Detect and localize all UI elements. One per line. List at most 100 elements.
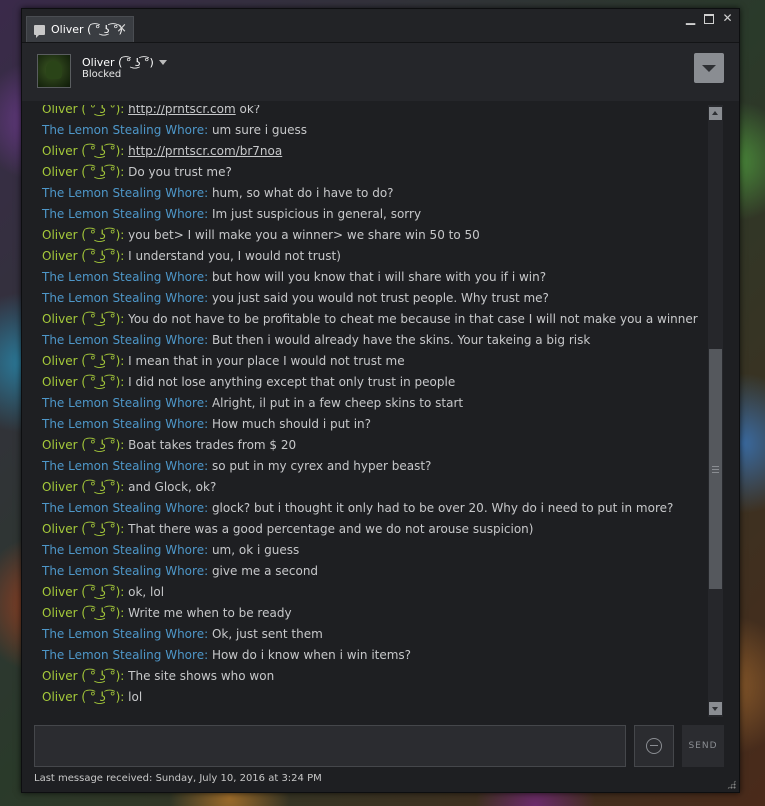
message-sender[interactable]: Oliver ( ͡° ͜ʖ ͡°) bbox=[42, 354, 120, 368]
sender-separator: : bbox=[204, 459, 212, 473]
message-text: um, ok i guess bbox=[211, 543, 300, 557]
last-message-received: Last message received: Sunday, July 10, … bbox=[34, 773, 322, 784]
sender-separator: : bbox=[204, 543, 212, 557]
sender-separator: : bbox=[204, 627, 212, 641]
message-sender[interactable]: The Lemon Stealing Whore bbox=[42, 459, 204, 473]
message-link[interactable]: http://prntscr.com/br7noa bbox=[128, 144, 282, 158]
message-sender[interactable]: The Lemon Stealing Whore bbox=[42, 333, 204, 347]
message-sender[interactable]: Oliver ( ͡° ͜ʖ ͡°) bbox=[42, 165, 120, 179]
chat-log[interactable]: Oliver ( ͡° ͜ʖ ͡°): http://prntscr.com o… bbox=[35, 105, 723, 717]
chat-message: Oliver ( ͡° ͜ʖ ͡°): http://prntscr.com/b… bbox=[42, 141, 703, 162]
message-text: so put in my cyrex and hyper beast? bbox=[211, 459, 432, 473]
message-sender[interactable]: Oliver ( ͡° ͜ʖ ͡°) bbox=[42, 480, 120, 494]
tab-chat-oliver[interactable]: Oliver ( ͡° ͜ʖ ͡°) × bbox=[26, 16, 134, 42]
message-sender[interactable]: The Lemon Stealing Whore bbox=[42, 648, 204, 662]
emoticon-button[interactable] bbox=[634, 725, 674, 767]
message-sender[interactable]: Oliver ( ͡° ͜ʖ ͡°) bbox=[42, 522, 120, 536]
message-sender[interactable]: Oliver ( ͡° ͜ʖ ͡°) bbox=[42, 312, 120, 326]
message-text: http://prntscr.com ok? bbox=[128, 105, 260, 116]
chat-message: The Lemon Stealing Whore: But then i wou… bbox=[42, 330, 703, 351]
sender-separator: : bbox=[120, 105, 129, 116]
message-sender[interactable]: The Lemon Stealing Whore bbox=[42, 564, 204, 578]
chat-bubble-icon bbox=[34, 24, 45, 38]
message-input[interactable] bbox=[35, 726, 625, 766]
message-sender[interactable]: Oliver ( ͡° ͜ʖ ͡°) bbox=[42, 144, 120, 158]
sender-separator: : bbox=[120, 249, 129, 263]
chat-message: Oliver ( ͡° ͜ʖ ͡°): I did not lose anyth… bbox=[42, 372, 703, 393]
message-text: but how will you know that i will share … bbox=[211, 270, 547, 284]
message-sender[interactable]: Oliver ( ͡° ͜ʖ ͡°) bbox=[42, 585, 120, 599]
chat-message: Oliver ( ͡° ͜ʖ ͡°): ok, lol bbox=[42, 582, 703, 603]
chat-message: The Lemon Stealing Whore: How much shoul… bbox=[42, 414, 703, 435]
message-sender[interactable]: The Lemon Stealing Whore bbox=[42, 396, 204, 410]
friend-status: Blocked bbox=[82, 69, 122, 80]
message-text: Im just suspicious in general, sorry bbox=[211, 207, 422, 221]
message-sender[interactable]: The Lemon Stealing Whore bbox=[42, 501, 204, 515]
message-input-box[interactable] bbox=[34, 725, 626, 767]
chat-message: Oliver ( ͡° ͜ʖ ͡°): The site shows who w… bbox=[42, 666, 703, 687]
message-sender[interactable]: The Lemon Stealing Whore bbox=[42, 123, 204, 137]
message-sender[interactable]: Oliver ( ͡° ͜ʖ ͡°) bbox=[42, 105, 120, 116]
scrollbar[interactable] bbox=[708, 105, 723, 717]
message-text: But then i would already have the skins.… bbox=[211, 333, 591, 347]
chat-message: Oliver ( ͡° ͜ʖ ͡°): lol bbox=[42, 687, 703, 708]
message-sender[interactable]: Oliver ( ͡° ͜ʖ ͡°) bbox=[42, 375, 120, 389]
scrollbar-thumb[interactable] bbox=[709, 349, 722, 589]
minimize-icon[interactable]: ▁ bbox=[685, 12, 696, 24]
message-text: That there was a good percentage and we … bbox=[128, 522, 534, 536]
sender-separator: : bbox=[120, 375, 129, 389]
scroll-up-icon[interactable] bbox=[709, 107, 722, 120]
tab-label: Oliver ( ͡° ͜ʖ ͡°) bbox=[51, 23, 123, 36]
sender-separator: : bbox=[120, 354, 129, 368]
chat-message: Oliver ( ͡° ͜ʖ ͡°): Do you trust me? bbox=[42, 162, 703, 183]
chat-message: Oliver ( ͡° ͜ʖ ͡°): I understand you, I … bbox=[42, 246, 703, 267]
maximize-icon[interactable] bbox=[704, 14, 714, 24]
chat-message: The Lemon Stealing Whore: give me a seco… bbox=[42, 561, 703, 582]
message-text: glock? but i thought it only had to be o… bbox=[211, 501, 674, 515]
sender-separator: : bbox=[204, 123, 212, 137]
message-sender[interactable]: Oliver ( ͡° ͜ʖ ͡°) bbox=[42, 249, 120, 263]
message-text: you just said you would not trust people… bbox=[211, 291, 549, 305]
chat-message: The Lemon Stealing Whore: so put in my c… bbox=[42, 456, 703, 477]
message-text: hum, so what do i have to do? bbox=[211, 186, 394, 200]
message-sender[interactable]: Oliver ( ͡° ͜ʖ ͡°) bbox=[42, 669, 120, 683]
sender-separator: : bbox=[120, 480, 129, 494]
resize-grip-icon[interactable] bbox=[727, 780, 736, 789]
message-sender[interactable]: The Lemon Stealing Whore bbox=[42, 543, 204, 557]
send-button[interactable]: SEND bbox=[682, 725, 724, 767]
message-sender[interactable]: Oliver ( ͡° ͜ʖ ͡°) bbox=[42, 228, 120, 242]
message-sender[interactable]: The Lemon Stealing Whore bbox=[42, 291, 204, 305]
sender-separator: : bbox=[204, 270, 212, 284]
message-sender[interactable]: The Lemon Stealing Whore bbox=[42, 207, 204, 221]
chat-message: The Lemon Stealing Whore: Im just suspic… bbox=[42, 204, 703, 225]
message-sender[interactable]: The Lemon Stealing Whore bbox=[42, 417, 204, 431]
message-sender[interactable]: The Lemon Stealing Whore bbox=[42, 627, 204, 641]
tab-close-icon[interactable]: × bbox=[116, 21, 127, 36]
message-sender[interactable]: The Lemon Stealing Whore bbox=[42, 270, 204, 284]
sender-separator: : bbox=[204, 501, 212, 515]
message-sender[interactable]: Oliver ( ͡° ͜ʖ ͡°) bbox=[42, 438, 120, 452]
sender-separator: : bbox=[120, 606, 129, 620]
message-list: Oliver ( ͡° ͜ʖ ͡°): http://prntscr.com o… bbox=[42, 105, 703, 708]
sender-separator: : bbox=[120, 438, 129, 452]
scroll-down-icon[interactable] bbox=[709, 702, 722, 715]
chat-message: The Lemon Stealing Whore: How do i know … bbox=[42, 645, 703, 666]
message-text: I did not lose anything except that only… bbox=[128, 375, 456, 389]
message-link[interactable]: http://prntscr.com bbox=[128, 105, 236, 116]
close-icon[interactable]: ✕ bbox=[722, 12, 733, 24]
chat-options-dropdown-button[interactable] bbox=[694, 53, 724, 83]
message-sender[interactable]: Oliver ( ͡° ͜ʖ ͡°) bbox=[42, 690, 120, 704]
title-bar[interactable]: Oliver ( ͡° ͜ʖ ͡°) × ▁ ✕ bbox=[22, 9, 739, 43]
message-text: The site shows who won bbox=[128, 669, 275, 683]
chat-message: The Lemon Stealing Whore: um sure i gues… bbox=[42, 120, 703, 141]
friend-name-row[interactable]: Oliver ( ͡° ͜ʖ ͡°) bbox=[82, 56, 167, 69]
smiley-icon bbox=[646, 738, 662, 754]
window-controls: ▁ ✕ bbox=[685, 12, 733, 24]
sender-separator: : bbox=[204, 333, 212, 347]
message-sender[interactable]: Oliver ( ͡° ͜ʖ ͡°) bbox=[42, 606, 120, 620]
chevron-down-icon[interactable] bbox=[158, 60, 167, 65]
message-text: Boat takes trades from $ 20 bbox=[128, 438, 297, 452]
message-sender[interactable]: The Lemon Stealing Whore bbox=[42, 186, 204, 200]
avatar[interactable] bbox=[37, 54, 71, 88]
friend-name[interactable]: Oliver ( ͡° ͜ʖ ͡°) bbox=[82, 56, 154, 69]
